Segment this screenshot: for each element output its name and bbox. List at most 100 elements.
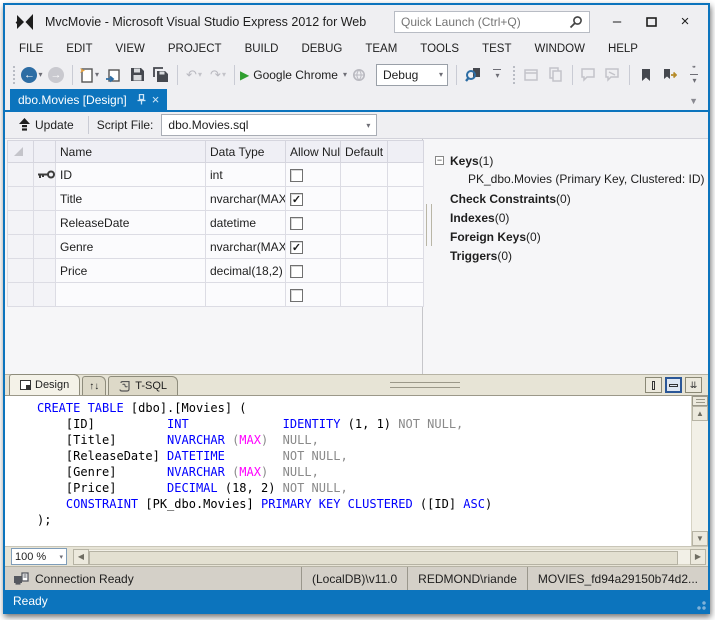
menu-file[interactable]: FILE [19,43,43,55]
tab-tsql[interactable]: T-SQL [108,376,178,395]
grid-row-title[interactable]: Titlenvarchar(MAX) ✓ [8,187,424,211]
horizontal-splitter-handle[interactable] [390,382,460,388]
data-type-cell[interactable] [206,283,286,307]
editor-horizontal-scrollbar[interactable]: ◀ ▶ [73,549,706,565]
data-type-cell[interactable]: decimal(18,2) [206,259,286,283]
find-button[interactable] [462,64,484,86]
tab-close-icon[interactable]: × [152,93,160,106]
comment-button[interactable] [578,64,600,86]
script-file-combo[interactable]: dbo.Movies.sql ▾ [161,114,377,136]
new-item-button[interactable]: ▾ [78,64,100,86]
swap-panes-button[interactable]: ↑↓ [82,376,106,395]
copy-parent-button[interactable] [545,64,567,86]
menu-view[interactable]: VIEW [116,43,145,55]
code-line[interactable]: CONSTRAINT [PK_dbo.Movies] PRIMARY KEY C… [37,496,691,512]
sql-code[interactable]: CREATE TABLE [dbo].[Movies] ( [ID] INT I… [5,396,691,546]
menu-edit[interactable]: EDIT [66,43,92,55]
vertical-split-button[interactable] [645,377,662,393]
code-line[interactable]: CREATE TABLE [dbo].[Movies] ( [37,400,691,416]
navigate-forward-button[interactable]: → [45,64,67,86]
allow-nulls-checkbox[interactable] [290,217,303,230]
column-header-name[interactable]: Name [56,141,206,163]
minimize-button[interactable]: – [600,9,634,35]
scroll-down-icon[interactable]: ▼ [692,531,708,546]
allow-nulls-checkbox[interactable]: ✓ [290,241,303,254]
default-cell[interactable] [341,187,388,211]
vertical-splitter-handle[interactable] [426,204,432,246]
allow-nulls-checkbox[interactable] [290,169,303,182]
menu-window[interactable]: WINDOW [534,43,584,55]
add-item-button[interactable] [102,64,124,86]
row-selector[interactable] [8,259,34,283]
select-all-corner[interactable] [8,141,34,163]
title-bar[interactable]: MvcMovie - Microsoft Visual Studio Expre… [5,5,708,38]
grid-row-releasedate[interactable]: ReleaseDatedatetime [8,211,424,235]
resize-grip[interactable] [694,598,706,610]
tsql-editor[interactable]: CREATE TABLE [dbo].[Movies] ( [ID] INT I… [5,395,708,546]
menu-debug[interactable]: DEBUG [301,43,342,55]
data-type-cell[interactable]: datetime [206,211,286,235]
tab-design[interactable]: Design [9,374,80,395]
browse-with-button[interactable] [349,64,371,86]
column-header-allow-nulls[interactable]: Allow Nulls [286,141,341,163]
document-list-dropdown-icon[interactable]: ▼ [689,96,698,106]
quick-launch-box[interactable] [394,11,590,33]
row-selector[interactable] [8,235,34,259]
code-line[interactable]: [ID] INT IDENTITY (1, 1) NOT NULL, [37,416,691,432]
maximize-button[interactable] [634,9,668,35]
zoom-combo[interactable]: 100 % ▾ [11,548,67,565]
name-cell[interactable]: Price [56,259,206,283]
menu-test[interactable]: TEST [482,43,511,55]
row-selector[interactable] [8,211,34,235]
grid-row-id[interactable]: IDint [8,163,424,187]
column-header-data-type[interactable]: Data Type [206,141,286,163]
default-cell[interactable] [341,211,388,235]
tab-dbo-movies-design[interactable]: dbo.Movies [Design] × [10,89,167,110]
toolbar-grip[interactable] [12,66,17,84]
menu-project[interactable]: PROJECT [168,43,222,55]
scroll-left-icon[interactable]: ◀ [73,549,89,565]
quick-launch-input[interactable] [401,15,569,29]
save-button[interactable] [126,64,148,86]
row-selector[interactable] [8,163,34,187]
name-cell[interactable]: Title [56,187,206,211]
grid-row-genre[interactable]: Genrenvarchar(MAX)✓ [8,235,424,259]
solution-config-combo[interactable]: Debug▾ [376,64,448,86]
scroll-right-icon[interactable]: ▶ [690,549,706,565]
row-selector[interactable] [8,283,34,307]
tree-item-keys[interactable]: −Keys (1) [435,151,708,170]
grid-row-price[interactable]: Pricedecimal(18,2) [8,259,424,283]
default-cell[interactable] [341,163,388,187]
bookmark-button[interactable] [635,64,657,86]
grid-row-empty[interactable] [8,283,424,307]
name-cell[interactable]: ReleaseDate [56,211,206,235]
name-cell[interactable]: Genre [56,235,206,259]
scrollbar-split-grip[interactable] [692,396,708,406]
allow-nulls-checkbox[interactable]: ✓ [290,193,303,206]
tree-item-foreign-keys[interactable]: Foreign Keys (0) [435,227,708,246]
toolbar-overflow-button[interactable]: ▾ [486,64,508,86]
uncomment-button[interactable] [602,64,624,86]
horizontal-split-button[interactable] [665,377,682,393]
code-line[interactable]: [Price] DECIMAL (18, 2) NOT NULL, [37,480,691,496]
default-cell[interactable] [341,235,388,259]
allow-nulls-checkbox[interactable] [290,289,303,302]
menu-help[interactable]: HELP [608,43,638,55]
code-line[interactable]: ); [37,512,691,528]
navigate-back-button[interactable]: ←▾ [21,64,43,86]
name-cell[interactable] [56,283,206,307]
hscroll-thumb[interactable] [89,551,678,565]
pin-icon[interactable] [137,94,146,105]
next-bookmark-button[interactable] [659,64,681,86]
display-in-browser-button[interactable] [521,64,543,86]
collapse-pane-button[interactable]: ⇊ [685,377,702,393]
default-cell[interactable] [341,259,388,283]
toolbar-grip-2[interactable] [512,66,517,84]
toolbar-overflow-button-2[interactable]: ❞▾ [683,64,705,86]
collapse-icon[interactable]: − [435,156,444,165]
start-debug-button[interactable]: ▶ Google Chrome▾ [240,64,347,86]
scroll-up-icon[interactable]: ▲ [692,406,708,421]
data-type-cell[interactable]: nvarchar(MAX) [206,187,286,211]
tree-item-indexes[interactable]: Indexes (0) [435,208,708,227]
save-all-button[interactable] [150,64,172,86]
